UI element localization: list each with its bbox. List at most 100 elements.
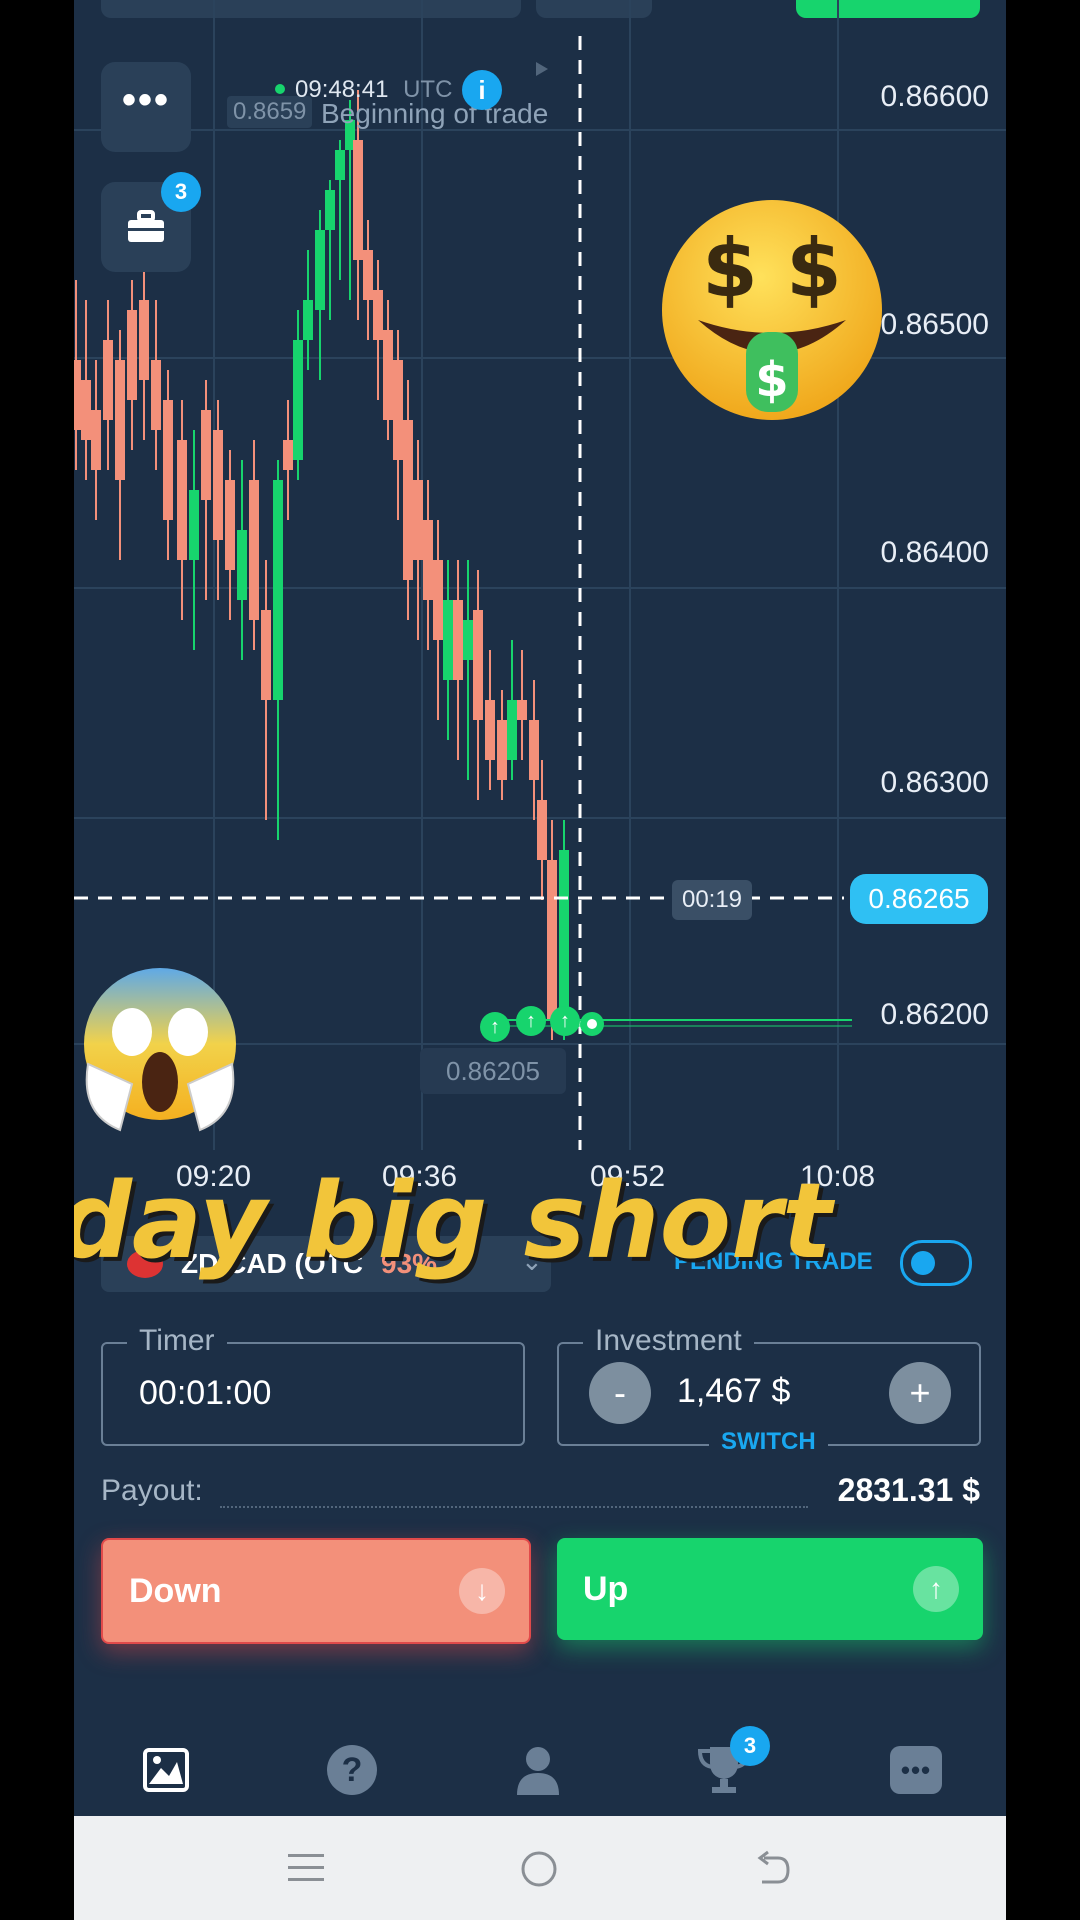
android-recents-icon[interactable]	[288, 1852, 324, 1884]
investment-field[interactable]: Investment - 1,467 $ + SWITCH	[557, 1324, 981, 1456]
overlay-caption: oday big short	[74, 1160, 833, 1282]
candle-down	[413, 480, 423, 560]
candle-down	[249, 480, 259, 620]
nav-help-icon[interactable]: ?	[322, 1742, 382, 1798]
pending-trade-toggle[interactable]	[900, 1240, 972, 1286]
candle-down	[127, 310, 137, 400]
investment-minus-button[interactable]: -	[589, 1362, 651, 1424]
candle-down	[163, 400, 173, 520]
svg-text:$: $	[702, 222, 758, 315]
candle-down	[393, 360, 403, 460]
candle-down	[103, 340, 113, 420]
android-back-icon[interactable]	[754, 1850, 792, 1888]
candle-up	[293, 340, 303, 460]
investment-label: Investment	[583, 1324, 754, 1358]
candle-up	[443, 600, 453, 680]
candle-down	[453, 600, 463, 680]
candle-down	[517, 700, 527, 720]
android-nav-bar	[74, 1816, 1006, 1920]
trade-marker-arrow-up-icon: ↑	[516, 1006, 546, 1036]
down-button[interactable]: Down ↓	[101, 1538, 531, 1644]
trade-marker-dot-center	[587, 1019, 597, 1029]
price-tick: 0.86400	[880, 536, 989, 569]
timer-value: 00:01:00	[139, 1374, 272, 1412]
candle-up	[463, 620, 473, 660]
payout-value: 2831.31 $	[837, 1472, 980, 1508]
timeline-play-icon	[536, 62, 548, 76]
info-icon[interactable]: i	[462, 70, 502, 110]
candle-up	[303, 300, 313, 340]
candle-down	[261, 610, 271, 700]
trade-marker-arrow-up-icon: ↑	[550, 1006, 580, 1036]
price-tick: 0.86500	[880, 308, 989, 341]
entry-price-label: 0.86205	[420, 1048, 566, 1094]
timer-label: Timer	[127, 1324, 227, 1358]
current-price-badge: 0.86265	[850, 874, 988, 924]
candle-down	[497, 720, 507, 780]
arrow-up-icon: ↑	[913, 1566, 959, 1612]
candle-up	[507, 700, 517, 760]
svg-text:$: $	[755, 352, 788, 408]
trading-app: 0.8659 09:48:41 UTC Beginning of trade i…	[74, 0, 1006, 1920]
up-label: Up	[583, 1570, 629, 1608]
candle-up	[273, 480, 283, 700]
candle-down	[353, 140, 363, 260]
candle-down	[529, 720, 539, 780]
toggle-knob	[911, 1251, 935, 1275]
candle-down	[81, 380, 91, 440]
candle-up	[237, 530, 247, 600]
candle-down	[151, 360, 161, 430]
portfolio-button[interactable]: 3	[101, 172, 201, 272]
candle-down	[423, 520, 433, 600]
candle-up	[189, 490, 199, 560]
svg-text:$: $	[786, 222, 842, 315]
candle-down	[177, 440, 187, 560]
nav-chart-icon[interactable]	[136, 1742, 196, 1798]
candle-down	[201, 410, 211, 500]
candle-down	[74, 360, 81, 430]
timer-field[interactable]: Timer 00:01:00	[101, 1324, 525, 1446]
money-face-emoji: $ $ $	[662, 200, 882, 420]
candle-down	[485, 700, 495, 760]
candle-down	[283, 440, 293, 470]
payout-label: Payout:	[101, 1474, 203, 1507]
investment-value[interactable]: 1,467 $	[677, 1372, 790, 1411]
price-tick: 0.86300	[880, 766, 989, 799]
candle-down	[473, 610, 483, 720]
nav-trophy-icon[interactable]: 3	[694, 1726, 770, 1798]
trade-marker-arrow-up-icon: ↑	[480, 1012, 510, 1042]
candle-down	[139, 300, 149, 380]
candle-down	[433, 560, 443, 640]
candle-down	[91, 410, 101, 470]
candle-down	[363, 250, 373, 300]
candle-down	[115, 360, 125, 480]
live-dot-icon	[275, 84, 285, 94]
candle-up	[335, 150, 345, 180]
candle-down	[383, 330, 393, 420]
candle-down	[225, 480, 235, 570]
trophy-badge: 3	[730, 1726, 770, 1766]
menu-button[interactable]: •••	[101, 62, 191, 152]
briefcase-icon	[128, 210, 164, 242]
arrow-down-icon: ↓	[459, 1568, 505, 1614]
timeline-header: 0.8659 09:48:41 UTC Beginning of trade	[227, 72, 609, 129]
price-tick: 0.86200	[880, 998, 989, 1031]
price-tick: 0.86600	[880, 80, 989, 113]
portfolio-badge: 3	[161, 172, 201, 212]
trade-countdown: 00:19	[672, 880, 752, 920]
currency-switch-button[interactable]: SWITCH	[709, 1428, 828, 1456]
down-label: Down	[129, 1572, 222, 1610]
candle-down	[373, 290, 383, 340]
candle-up	[559, 850, 569, 1020]
beginning-of-trade-label: Beginning of trade	[321, 98, 549, 129]
nav-more-icon[interactable]: •••	[886, 1742, 946, 1798]
candle-up	[315, 230, 325, 310]
android-home-icon[interactable]	[520, 1850, 558, 1888]
up-button[interactable]: Up ↑	[557, 1538, 983, 1640]
nav-user-icon[interactable]	[508, 1742, 568, 1798]
candle-up	[325, 190, 335, 230]
screaming-face-emoji	[84, 968, 236, 1132]
candle-down	[537, 800, 547, 860]
investment-plus-button[interactable]: +	[889, 1362, 951, 1424]
menu-dots-icon: •••	[121, 78, 170, 122]
